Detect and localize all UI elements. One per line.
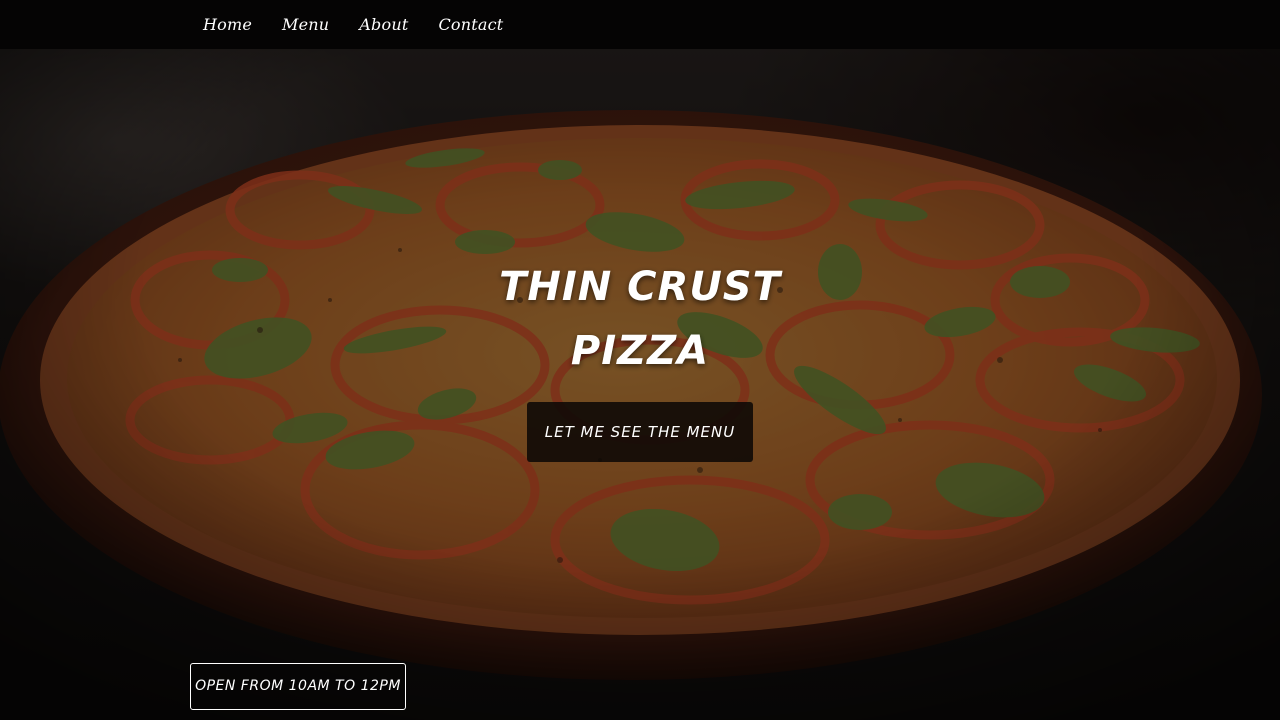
opening-hours-badge: OPEN FROM 10AM TO 12PM [190,663,406,710]
page: Home Menu About Contact THIN CRUST PIZZA… [0,0,1280,720]
hero-title: THIN CRUST PIZZA [499,264,781,374]
navbar: Home Menu About Contact [0,0,1280,49]
nav-list: Home Menu About Contact [188,15,518,34]
nav-link-menu[interactable]: Menu [267,15,344,34]
nav-link-home[interactable]: Home [188,15,267,34]
see-menu-button[interactable]: LET ME SEE THE MENU [526,402,754,462]
nav-link-contact[interactable]: Contact [423,15,518,34]
hero-content: THIN CRUST PIZZA LET ME SEE THE MENU [0,255,1280,462]
nav-link-about[interactable]: About [344,15,423,34]
